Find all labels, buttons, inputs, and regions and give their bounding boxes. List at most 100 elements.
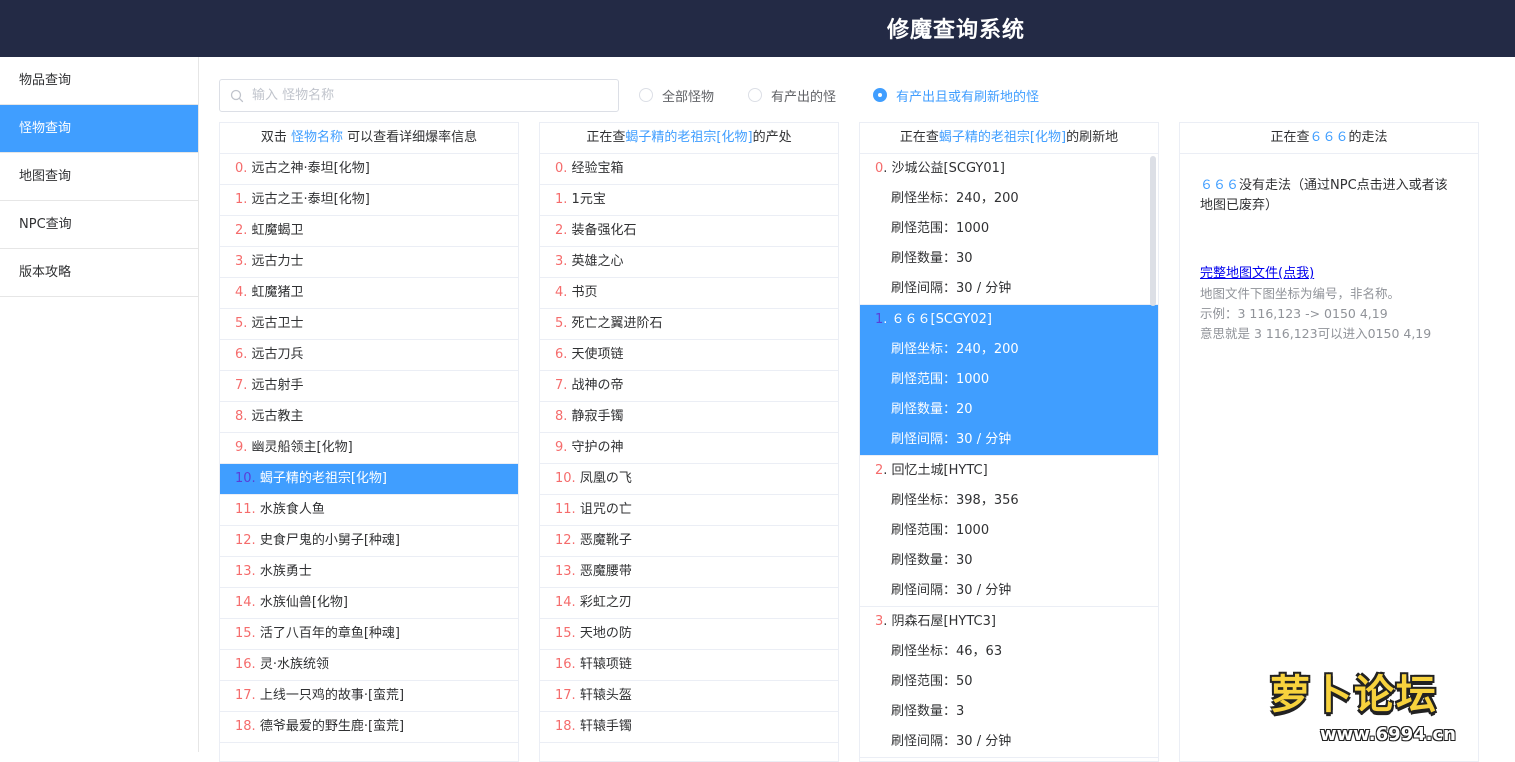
- drop-row[interactable]: 10. 凤凰の飞: [540, 464, 838, 495]
- header-text: 可以查看详细爆率信息: [343, 130, 478, 145]
- drop-row[interactable]: 15. 天地の防: [540, 619, 838, 650]
- spawn-count: 刷怪数量：3: [860, 697, 1158, 727]
- header-text: 正在查: [586, 130, 626, 145]
- spawn-group[interactable]: 0. 沙城公益[SCGY01] 刷怪坐标：240，200 刷怪范围：1000 刷怪数量…: [860, 154, 1158, 305]
- drop-row[interactable]: 8. 静寂手镯: [540, 402, 838, 433]
- sidebar-item-guide[interactable]: 版本攻略: [0, 249, 198, 297]
- drop-row[interactable]: 6. 天使项链: [540, 340, 838, 371]
- spawn-interval-value: 30 / 分钟: [956, 432, 1012, 447]
- spawn-map-title: 1. ６６６[SCGY02]: [860, 305, 1158, 335]
- spawn-map-title: 3. 阴森石屋[HYTC3]: [860, 607, 1158, 637]
- monster-name: 虹魔猪卫: [251, 285, 304, 300]
- drop-row[interactable]: 4. 书页: [540, 278, 838, 309]
- monster-row[interactable]: 5. 远古卫士: [220, 309, 518, 340]
- row-index: 5.: [235, 316, 252, 331]
- spawn-map-name: 回忆土城[HYTC]: [891, 463, 988, 478]
- drop-row[interactable]: 14. 彩虹之刃: [540, 588, 838, 619]
- monster-name: 远古卫士: [251, 316, 304, 331]
- monster-row[interactable]: 16. 灵·水族统领: [220, 650, 518, 681]
- monster-row[interactable]: 13. 水族勇士: [220, 557, 518, 588]
- drop-row[interactable]: 12. 恶魔靴子: [540, 526, 838, 557]
- monster-row[interactable]: 4. 虹魔猪卫: [220, 278, 518, 309]
- spawn-map-title: 0. 沙城公益[SCGY01]: [860, 154, 1158, 184]
- spawn-count-label: 刷怪数量：: [891, 402, 957, 417]
- app-header: 修魔查询系统: [0, 0, 1515, 57]
- drop-row[interactable]: 1. 1元宝: [540, 185, 838, 216]
- monster-row[interactable]: 2. 虹魔蝎卫: [220, 216, 518, 247]
- monster-row[interactable]: 7. 远古射手: [220, 371, 518, 402]
- drop-row[interactable]: 9. 守护の神: [540, 433, 838, 464]
- row-index: 6.: [235, 347, 252, 362]
- spawn-interval: 刷怪间隔：30 / 分钟: [860, 727, 1158, 757]
- drop-row[interactable]: 18. 轩辕手镯: [540, 712, 838, 743]
- monster-search-box[interactable]: [219, 79, 619, 112]
- sidebar-item-npc[interactable]: NPC查询: [0, 201, 198, 249]
- drops-list: 0. 经验宝箱 1. 1元宝 2. 装备强化石 3. 英雄之心 4. 书页 5. 死亡之翼…: [540, 154, 838, 743]
- row-index: 6.: [555, 347, 572, 362]
- row-index: 2.: [555, 223, 572, 238]
- filter-with-drops-or-spawns[interactable]: 有产出且或有刷新地的怪: [873, 85, 1039, 105]
- sidebar-item-items[interactable]: 物品查询: [0, 57, 198, 105]
- drop-row[interactable]: 5. 死亡之翼进阶石: [540, 309, 838, 340]
- drop-row[interactable]: 16. 轩辕项链: [540, 650, 838, 681]
- spawn-list-scrollbar[interactable]: [1150, 156, 1156, 306]
- filter-all-monsters[interactable]: 全部怪物: [639, 85, 714, 105]
- monster-name: 幽灵船领主[化物]: [251, 440, 353, 455]
- row-index: 5.: [555, 316, 572, 331]
- monster-row[interactable]: 17. 上线一只鸡的故事·[蛮荒]: [220, 681, 518, 712]
- header-text: 正在查: [899, 130, 939, 145]
- monster-row[interactable]: 9. 幽灵船领主[化物]: [220, 433, 518, 464]
- row-index: 17.: [235, 688, 260, 703]
- monster-search-input[interactable]: [252, 80, 612, 111]
- spawn-group[interactable]: 3. 阴森石屋[HYTC3] 刷怪坐标：46，63 刷怪范围：50 刷怪数量：3 刷怪间…: [860, 607, 1158, 758]
- monster-name: 远古教主: [251, 409, 304, 424]
- spawn-coord-label: 刷怪坐标：: [891, 644, 957, 659]
- spawn-count-value: 3: [956, 704, 965, 719]
- spawn-map-name: ６６６[SCGY02]: [891, 312, 992, 327]
- monster-name: 远古射手: [251, 378, 304, 393]
- spawn-interval-label: 刷怪间隔：: [891, 432, 957, 447]
- drop-row[interactable]: 3. 英雄之心: [540, 247, 838, 278]
- drop-row[interactable]: 2. 装备强化石: [540, 216, 838, 247]
- drop-item-name: 诅咒の亡: [579, 502, 632, 517]
- spawn-coord-value: 240，200: [956, 342, 1019, 357]
- spawn-coord-label: 刷怪坐标：: [891, 191, 957, 206]
- monster-row[interactable]: 14. 水族仙兽[化物]: [220, 588, 518, 619]
- sidebar-item-maps[interactable]: 地图查询: [0, 153, 198, 201]
- radio-unchecked-icon: [748, 88, 762, 102]
- row-index: 4.: [235, 285, 252, 300]
- spawn-interval-label: 刷怪间隔：: [891, 734, 957, 749]
- monster-row[interactable]: 6. 远古刀兵: [220, 340, 518, 371]
- monster-row[interactable]: 12. 史食尸鬼的小舅子[种魂]: [220, 526, 518, 557]
- row-index: 8.: [235, 409, 252, 424]
- spawn-group[interactable]: 2. 回忆土城[HYTC] 刷怪坐标：398，356 刷怪范围：1000 刷怪数量：3…: [860, 456, 1158, 607]
- drop-row[interactable]: 13. 恶魔腰带: [540, 557, 838, 588]
- monster-row[interactable]: 1. 远古之王·泰坦[化物]: [220, 185, 518, 216]
- drop-item-name: 轩辕项链: [579, 657, 632, 672]
- monster-name: 活了八百年的章鱼[种魂]: [259, 626, 400, 641]
- spawn-group[interactable]: 1. ６６６[SCGY02] 刷怪坐标：240，200 刷怪范围：1000 刷怪数量：…: [860, 305, 1158, 456]
- spawn-coord: 刷怪坐标：46，63: [860, 637, 1158, 667]
- header-text: 的产处: [752, 130, 792, 145]
- monster-row[interactable]: 11. 水族食人鱼: [220, 495, 518, 526]
- drop-row[interactable]: 17. 轩辕头盔: [540, 681, 838, 712]
- sidebar-item-monsters[interactable]: 怪物查询: [0, 105, 198, 153]
- monster-row[interactable]: 3. 远古力士: [220, 247, 518, 278]
- monster-row[interactable]: 8. 远古教主: [220, 402, 518, 433]
- drop-item-name: 轩辕头盔: [579, 688, 632, 703]
- drop-item-name: 经验宝箱: [571, 161, 624, 176]
- drop-row[interactable]: 11. 诅咒の亡: [540, 495, 838, 526]
- drop-row[interactable]: 0. 经验宝箱: [540, 154, 838, 185]
- monster-row[interactable]: 15. 活了八百年的章鱼[种魂]: [220, 619, 518, 650]
- drop-item-name: 轩辕手镯: [579, 719, 632, 734]
- filter-with-drops[interactable]: 有产出的怪: [748, 85, 836, 105]
- spawn-coord-label: 刷怪坐标：: [891, 342, 957, 357]
- monster-row[interactable]: 0. 远古之神·泰坦[化物]: [220, 154, 518, 185]
- monster-row[interactable]: 10. 蝎子精的老祖宗[化物]: [220, 464, 518, 495]
- monster-row[interactable]: 18. 德爷最爱的野生鹿·[蛮荒]: [220, 712, 518, 743]
- row-index: 0.: [555, 161, 572, 176]
- full-map-file-link[interactable]: 完整地图文件(点我): [1200, 264, 1458, 284]
- row-index: 1.: [555, 192, 572, 207]
- row-index: 10.: [235, 471, 260, 486]
- drop-row[interactable]: 7. 战神の帝: [540, 371, 838, 402]
